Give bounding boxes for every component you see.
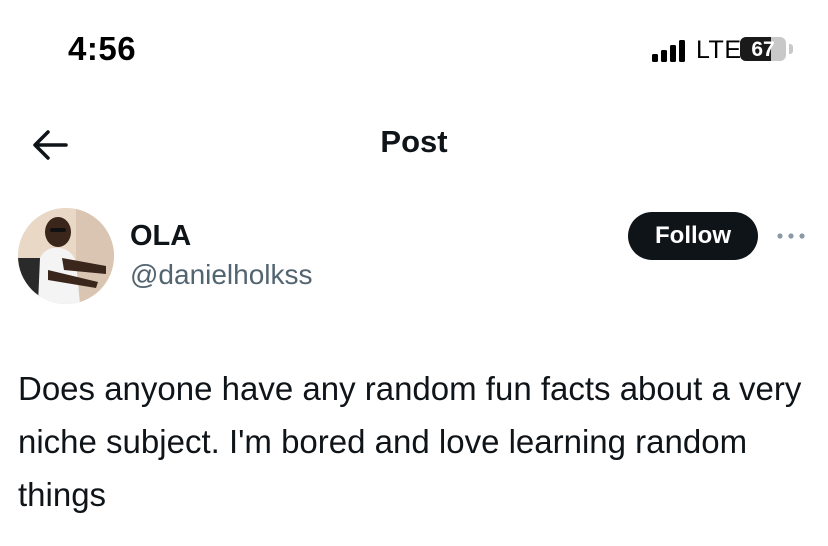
status-bar: 4:56 LTE 67 xyxy=(0,0,828,100)
battery-level: 67 xyxy=(751,38,775,61)
top-nav-bar: Post xyxy=(0,105,828,175)
author-name[interactable]: OLA xyxy=(130,220,191,253)
more-options-button[interactable] xyxy=(772,224,812,248)
avatar-image xyxy=(18,208,114,304)
back-button[interactable] xyxy=(28,123,72,167)
avatar[interactable] xyxy=(18,208,114,304)
post-text: Does anyone have any random fun facts ab… xyxy=(18,370,802,513)
status-time: 4:56 xyxy=(68,30,137,67)
network-type: LTE xyxy=(696,36,742,64)
battery-nub xyxy=(789,44,793,54)
battery-icon: 67 xyxy=(740,37,786,61)
signal-strength-icon xyxy=(652,40,690,62)
more-horizontal-icon xyxy=(777,233,805,239)
page-title: Post xyxy=(380,124,448,159)
arrow-left-icon xyxy=(33,130,68,160)
author-handle[interactable]: @danielholkss xyxy=(130,259,313,291)
follow-button[interactable]: Follow xyxy=(628,212,758,260)
